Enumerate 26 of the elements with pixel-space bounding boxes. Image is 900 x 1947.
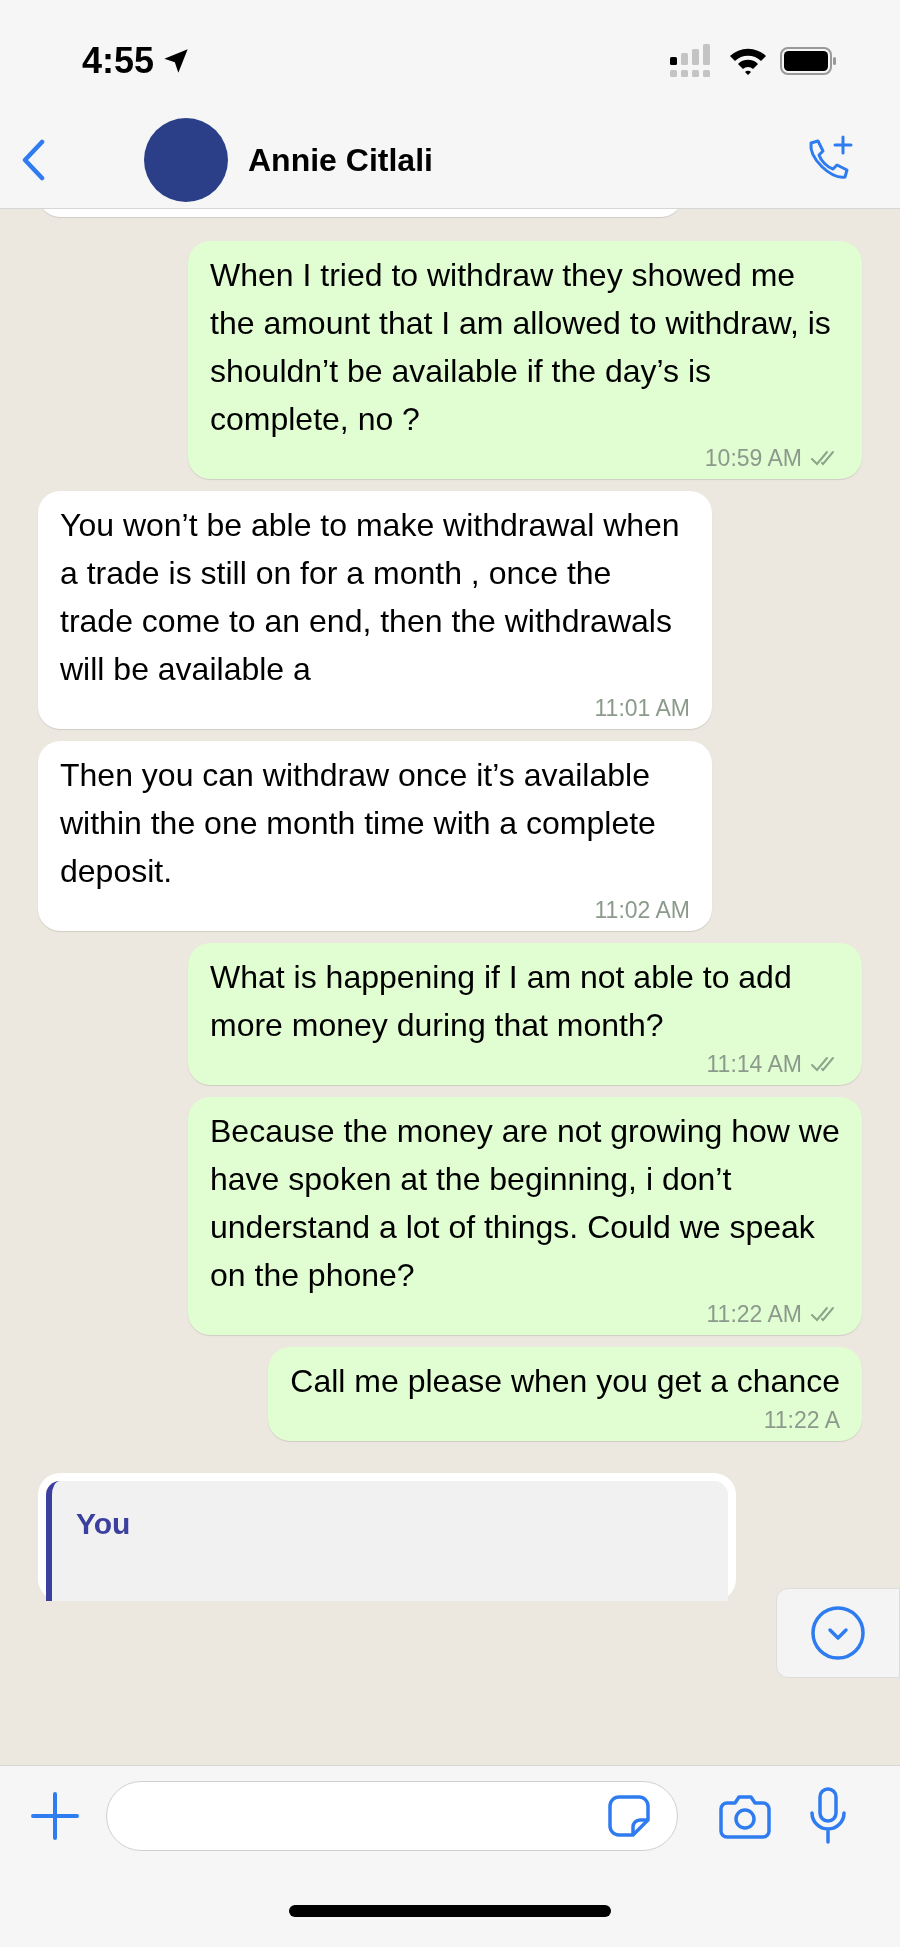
message-text: When I tried to withdraw they showed me the amount that I am allowed to withdraw, is shouldn’t be available if the day’s is complete, no ? <box>210 256 832 439</box>
location-arrow-icon <box>162 47 191 75</box>
quoted-sender: You <box>76 1507 131 1540</box>
message-text: Then you can withdraw once it’s available within the one month time with a complete deposit. <box>60 756 657 891</box>
message-text: What is happening if I am not able to add more money during that month? <box>210 958 793 1045</box>
timestamp: 10:59 AM <box>704 444 802 473</box>
timestamp: 11:02 AM <box>594 896 690 925</box>
sticker-icon[interactable] <box>607 1794 651 1838</box>
timestamp: 11:22 AM <box>706 1300 802 1329</box>
contact-name[interactable]: Annie Citlali <box>248 136 433 184</box>
scroll-down-button[interactable] <box>776 1588 900 1678</box>
message-text: Call me please when you get a chance <box>290 1362 840 1401</box>
timestamp: 11:14 AM <box>706 1050 802 1079</box>
add-button[interactable] <box>30 1791 80 1841</box>
back-chevron-icon <box>20 139 46 181</box>
plus-icon <box>31 1792 79 1840</box>
timestamp: 11:22 A <box>763 1406 840 1435</box>
camera-icon <box>719 1793 771 1839</box>
microphone-icon <box>808 1787 848 1845</box>
status-time: 4:55 <box>82 39 155 83</box>
message-text: You won’t be able to make withdrawal when a trade is still on for a month , once the trade come to an end, then the withdrawals will be available a <box>60 506 681 689</box>
timestamp: 11:01 AM <box>594 694 690 723</box>
battery-icon <box>780 46 838 76</box>
chevron-down-circle-icon <box>810 1605 866 1661</box>
wifi-icon <box>728 46 768 76</box>
message-text: Because the money are not growing how we have spoken at the beginning, i don’t understand a lot of things. Could we speak on the phone? <box>210 1112 840 1295</box>
